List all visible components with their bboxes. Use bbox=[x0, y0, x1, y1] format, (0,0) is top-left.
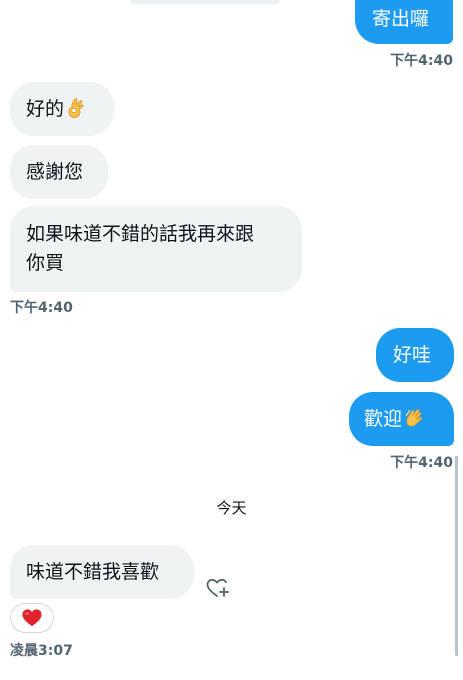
day-separator: 今天 bbox=[216, 499, 247, 517]
message-text: 好哇 bbox=[393, 344, 432, 366]
message-timestamp: 下午4:40 bbox=[390, 53, 453, 69]
red-heart-emoji bbox=[22, 609, 42, 627]
scrollbar[interactable] bbox=[455, 456, 458, 656]
message-text-line: 你買 bbox=[26, 252, 65, 274]
clapping-hands-emoji bbox=[405, 409, 423, 427]
message-bubble-outgoing[interactable]: 歡迎 bbox=[349, 392, 454, 446]
message-bubble-incoming[interactable]: 味道不錯我喜歡 bbox=[10, 545, 194, 599]
message-text: 好的 bbox=[26, 98, 65, 120]
message-timestamp: 下午4:40 bbox=[390, 455, 453, 471]
scrolled-content-edge bbox=[130, 0, 280, 4]
message-text: 感謝您 bbox=[26, 161, 84, 183]
message-bubble-outgoing[interactable]: 寄出囉 bbox=[355, 0, 453, 44]
message-timestamp: 凌晨3:07 bbox=[10, 643, 73, 659]
message-timestamp: 下午4:40 bbox=[10, 300, 73, 316]
message-bubble-incoming[interactable]: 感謝您 bbox=[10, 145, 108, 199]
message-text: 味道不錯我喜歡 bbox=[26, 561, 160, 583]
heart-plus-icon[interactable] bbox=[204, 575, 230, 601]
message-text: 寄出囉 bbox=[372, 8, 430, 30]
message-text: 歡迎 bbox=[364, 408, 403, 430]
message-text-line: 如果味道不錯的話我再來跟 bbox=[26, 223, 255, 245]
message-bubble-incoming[interactable]: 好的 bbox=[10, 82, 114, 136]
message-bubble-outgoing[interactable]: 好哇 bbox=[376, 328, 454, 382]
message-bubble-incoming[interactable]: 如果味道不錯的話我再來跟 你買 bbox=[10, 206, 302, 292]
reaction-chip[interactable] bbox=[10, 603, 54, 633]
ok-hand-emoji bbox=[68, 98, 84, 118]
